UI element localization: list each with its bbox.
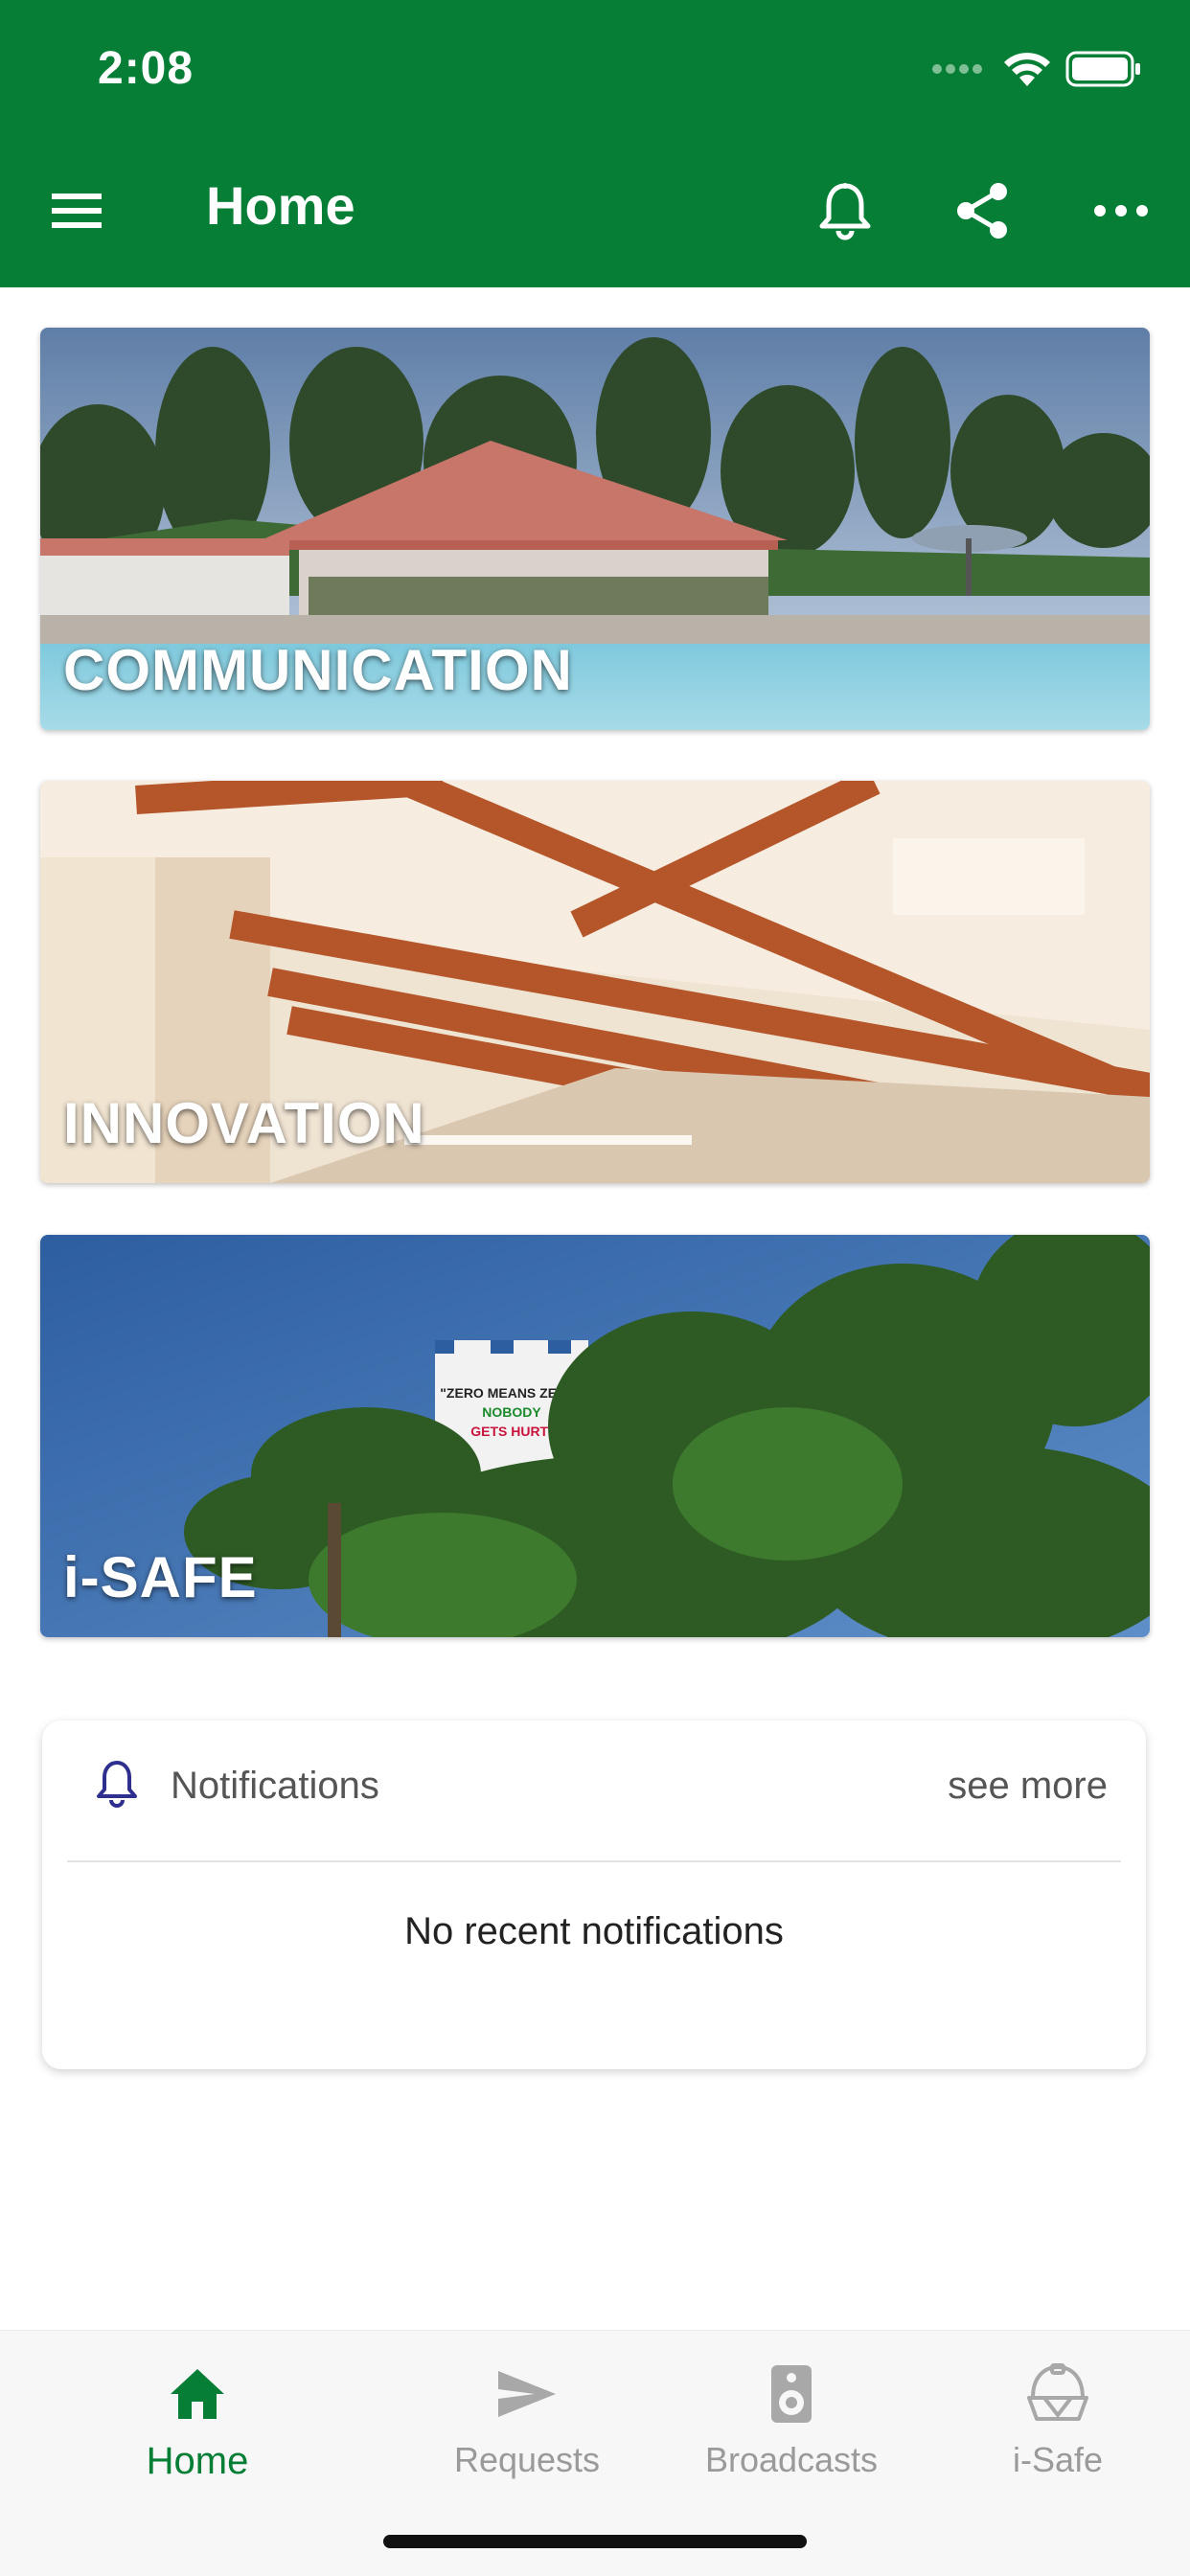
divider	[67, 1860, 1121, 1862]
wifi-icon	[1002, 50, 1052, 93]
innovation-card[interactable]: INNOVATION	[40, 781, 1150, 1183]
sign-line-2: NOBODY	[482, 1404, 541, 1420]
notifications-title: Notifications	[171, 1765, 379, 1807]
notification-bell-icon	[96, 1759, 138, 1813]
helmet-icon	[1027, 2363, 1088, 2421]
communication-label: COMMUNICATION	[63, 638, 573, 702]
app-bar: Home	[0, 134, 1190, 287]
empty-notifications-message: No recent notifications	[404, 1910, 784, 1952]
menu-button[interactable]	[48, 182, 113, 239]
status-icons	[931, 50, 1142, 93]
status-bar: 2:08	[0, 0, 1190, 134]
more-horizontal-icon	[1094, 205, 1148, 217]
nav-label-broadcasts: Broadcasts	[704, 2440, 879, 2479]
signal-icon	[931, 59, 989, 83]
notifications-card: Notifications see more No recent notific…	[42, 1721, 1146, 2069]
more-options-button[interactable]	[1083, 172, 1159, 249]
nav-label-home: Home	[146, 2440, 249, 2482]
battery-icon	[1065, 51, 1142, 92]
innovation-label: INNOVATION	[63, 1091, 425, 1155]
speaker-icon	[771, 2365, 812, 2423]
share-icon	[957, 183, 1007, 239]
nav-item-isafe[interactable]: i-Safe	[943, 2359, 1173, 2494]
nav-label-isafe: i-Safe	[1012, 2440, 1104, 2479]
page-title: Home	[206, 175, 355, 236]
nav-item-broadcasts[interactable]: Broadcasts	[676, 2359, 906, 2494]
nav-item-home[interactable]: Home	[82, 2359, 312, 2494]
hamburger-icon	[52, 194, 102, 228]
bell-icon	[819, 183, 871, 240]
communication-card[interactable]: COMMUNICATION	[40, 328, 1150, 730]
sign-line-3: GETS HURT!	[470, 1424, 553, 1439]
isafe-card[interactable]: "ZERO MEANS ZERO" NOBODY GETS HURT! i-SA…	[40, 1235, 1150, 1637]
share-button[interactable]	[945, 172, 1021, 249]
nav-item-requests[interactable]: Requests	[412, 2359, 642, 2494]
home-indicator	[383, 2535, 807, 2548]
send-icon	[498, 2371, 556, 2417]
status-time: 2:08	[98, 43, 195, 94]
nav-label-requests: Requests	[453, 2440, 601, 2479]
see-more-link[interactable]: see more	[948, 1765, 1108, 1808]
notifications-header: Notifications see more	[42, 1721, 1146, 1860]
home-icon	[171, 2369, 224, 2419]
isafe-label: i-SAFE	[63, 1545, 258, 1609]
notifications-button[interactable]	[807, 172, 883, 249]
